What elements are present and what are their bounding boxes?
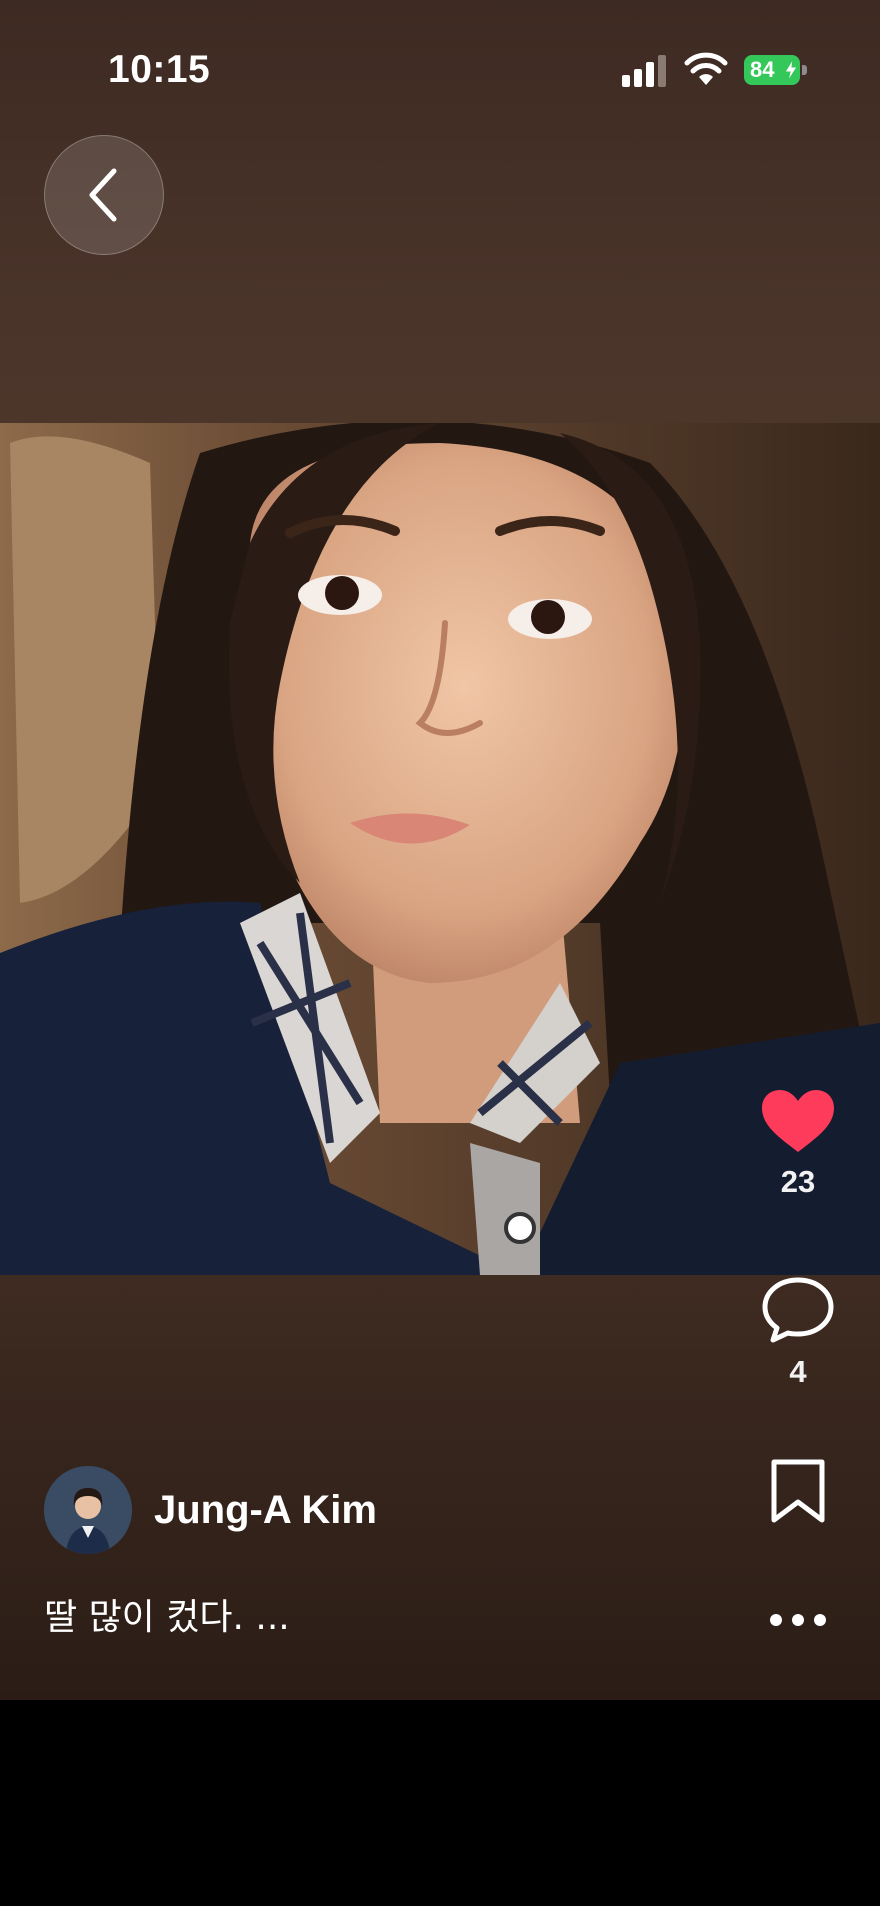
post-author[interactable]: Jung-A Kim	[44, 1466, 377, 1554]
ellipsis-icon	[770, 1614, 826, 1626]
chevron-left-icon	[89, 168, 117, 222]
like-button[interactable]: 23	[756, 1088, 840, 1200]
comment-button[interactable]: 4	[756, 1276, 840, 1390]
avatar[interactable]	[44, 1466, 132, 1554]
battery-percent: 84	[750, 57, 775, 82]
more-options-button[interactable]	[766, 1600, 830, 1640]
heart-icon	[762, 1090, 834, 1152]
battery-indicator: 84	[744, 55, 810, 85]
bookmark-icon	[771, 1459, 825, 1523]
post-photo[interactable]	[0, 423, 880, 1275]
speech-bubble-icon	[762, 1277, 834, 1343]
like-count: 23	[780, 1164, 816, 1199]
status-time: 10:15	[108, 48, 211, 91]
post-caption[interactable]: 딸 많이 컸다. ...	[44, 1588, 290, 1640]
battery-cap	[802, 65, 807, 75]
portrait-image	[0, 423, 880, 1275]
comment-count: 4	[789, 1354, 807, 1389]
charging-bolt-icon	[784, 59, 798, 81]
save-button[interactable]	[762, 1458, 834, 1524]
wifi-icon	[684, 52, 728, 85]
avatar-image	[44, 1466, 132, 1554]
back-button[interactable]	[44, 135, 164, 255]
author-name[interactable]: Jung-A Kim	[154, 1488, 377, 1533]
cellular-signal-icon	[622, 55, 666, 87]
post-viewer-screen: 10:15 84 23 4 Jung-A Kim 딸 많이 컸다. ...	[0, 0, 880, 1700]
status-bar: 10:15 84	[0, 0, 880, 140]
home-indicator-area	[0, 1700, 880, 1906]
